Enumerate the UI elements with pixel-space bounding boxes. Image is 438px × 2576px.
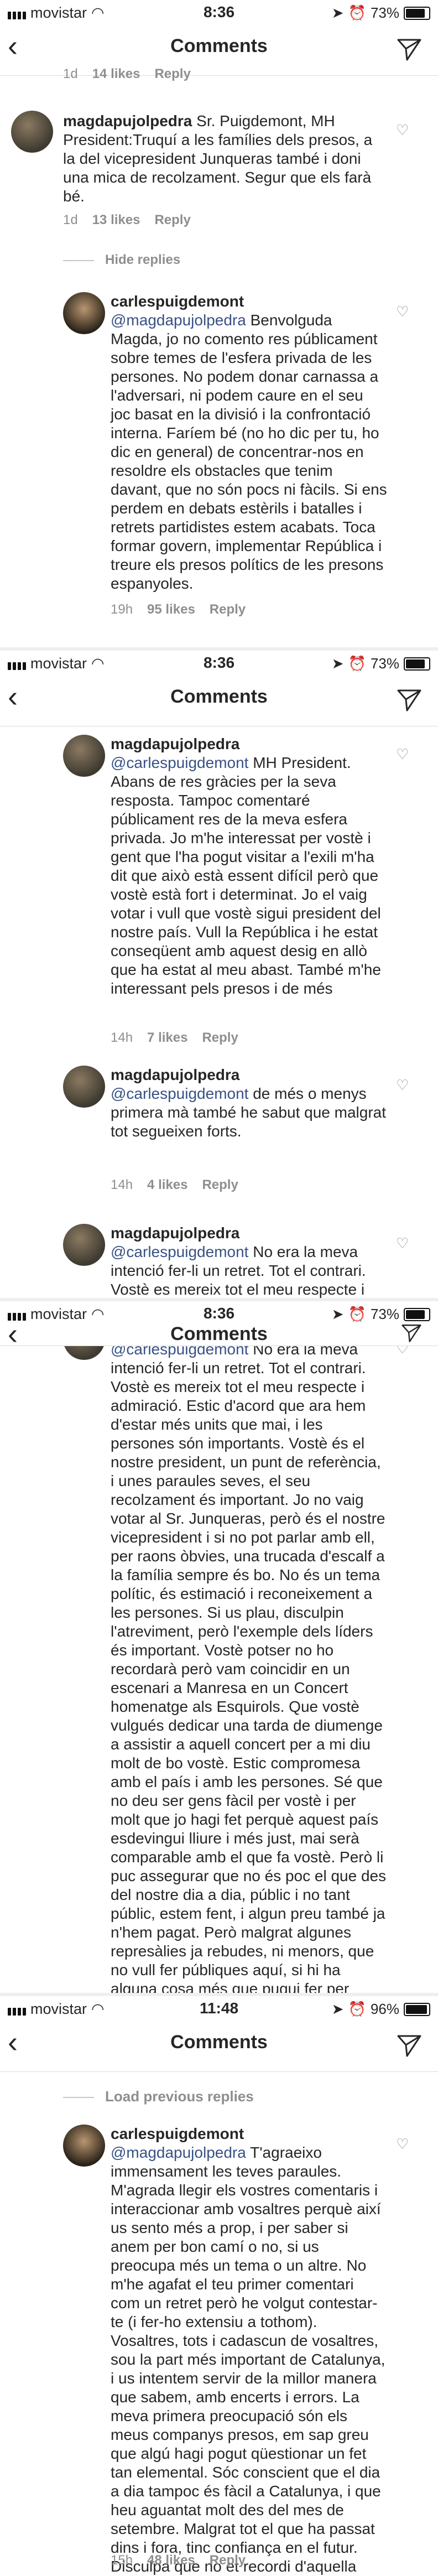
comment-meta: 1d 13 likes Reply bbox=[63, 212, 191, 227]
username[interactable]: magdapujolpedra bbox=[111, 735, 239, 752]
username[interactable]: magdapujolpedra bbox=[63, 112, 192, 129]
nav-bar: ‹ Comments bbox=[0, 2018, 438, 2072]
comment-meta: 19h 95 likes Reply bbox=[111, 602, 246, 617]
alarm-icon: ⏰ bbox=[348, 655, 366, 672]
screenshot-1: movistar ◠ 8:36 ➤ ⏰ 73% ‹ Comments 1d 14 lik… bbox=[0, 0, 438, 651]
nav-bar: ‹ Comments bbox=[0, 673, 438, 726]
reply-button[interactable]: Reply bbox=[154, 212, 190, 227]
likes-count[interactable]: 95 likes bbox=[147, 602, 195, 617]
username[interactable]: carlespuigdemont bbox=[111, 2125, 244, 2142]
username[interactable]: carlespuigdemont bbox=[111, 293, 244, 310]
reply-button[interactable]: Reply bbox=[210, 2553, 246, 2568]
status-bar: movistar ◠ 11:48 ➤ ⏰ 96% bbox=[0, 1996, 438, 2018]
location-icon: ➤ bbox=[331, 655, 344, 672]
page-title: Comments bbox=[170, 35, 268, 56]
battery-icon bbox=[404, 657, 430, 671]
load-previous-replies-button[interactable]: Load previous replies bbox=[63, 2088, 254, 2105]
location-icon: ➤ bbox=[331, 2001, 344, 2017]
comment-text: MH President. Abans de res gràcies per l… bbox=[111, 754, 381, 997]
hide-replies-button[interactable]: Hide replies bbox=[63, 252, 180, 268]
battery-icon bbox=[404, 2002, 430, 2016]
location-icon: ➤ bbox=[331, 4, 344, 21]
direct-send-icon[interactable] bbox=[396, 38, 423, 65]
likes-count[interactable]: 14 likes bbox=[92, 66, 140, 81]
screenshot-2: movistar ◠ 8:36 ➤ ⏰ 73% ‹ Comments magdapuj… bbox=[0, 651, 438, 1301]
comment-text: Benvolguda Magda, jo no comento res públ… bbox=[111, 311, 387, 592]
battery-percent: 96% bbox=[370, 2001, 399, 2017]
comment-text: No era la meva intenció fer-li un retret… bbox=[111, 1341, 387, 1996]
heart-icon[interactable]: ♡ bbox=[396, 2136, 409, 2153]
page-title: Comments bbox=[170, 1323, 268, 1344]
avatar[interactable] bbox=[63, 2125, 105, 2167]
heart-icon[interactable]: ♡ bbox=[396, 1077, 409, 1094]
mention-link[interactable]: @carlespuigdemont bbox=[111, 754, 248, 771]
likes-count[interactable]: 7 likes bbox=[147, 1030, 187, 1045]
avatar[interactable] bbox=[63, 1066, 105, 1108]
comment-meta: 14h 7 likes Reply bbox=[111, 1030, 238, 1045]
reply-button[interactable]: Reply bbox=[210, 602, 246, 617]
comment-meta: 14h 4 likes Reply bbox=[111, 1177, 238, 1192]
screenshot-3: magdapujolpedra @carlespuigdemont No era… bbox=[0, 1301, 438, 1996]
status-bar: movistar ◠ 8:36 ➤ ⏰ 73% bbox=[0, 0, 438, 22]
alarm-icon: ⏰ bbox=[348, 4, 366, 21]
battery-icon bbox=[404, 6, 430, 20]
reply-button[interactable]: Reply bbox=[202, 1177, 238, 1192]
page-title: Comments bbox=[170, 686, 268, 707]
avatar[interactable] bbox=[63, 735, 105, 777]
alarm-icon: ⏰ bbox=[348, 2001, 366, 2017]
screenshot-4: movistar ◠ 11:48 ➤ ⏰ 96% ‹ Comments Load pr… bbox=[0, 1996, 438, 2576]
comment-text: T'agraeixo immensament les teves paraule… bbox=[111, 2144, 385, 2575]
username[interactable]: magdapujolpedra bbox=[111, 1224, 239, 1242]
comment-meta: 15h 48 likes Reply bbox=[111, 2553, 246, 2568]
mention-link[interactable]: @carlespuigdemont bbox=[111, 1243, 248, 1260]
heart-icon[interactable]: ♡ bbox=[396, 303, 409, 320]
reply-button[interactable]: Reply bbox=[154, 66, 190, 81]
battery-percent: 73% bbox=[370, 4, 399, 21]
direct-send-icon[interactable] bbox=[400, 1323, 423, 1346]
avatar[interactable] bbox=[11, 111, 53, 153]
heart-icon[interactable]: ♡ bbox=[396, 122, 409, 139]
reply-button[interactable]: Reply bbox=[202, 1030, 238, 1045]
likes-count[interactable]: 48 likes bbox=[147, 2553, 195, 2568]
heart-icon[interactable]: ♡ bbox=[396, 1235, 409, 1252]
page-title: Comments bbox=[170, 2032, 268, 2053]
username[interactable]: magdapujolpedra bbox=[111, 1066, 239, 1083]
heart-icon[interactable]: ♡ bbox=[396, 746, 409, 763]
mention-link[interactable]: @magdapujolpedra bbox=[111, 2144, 246, 2161]
mention-link[interactable]: @magdapujolpedra bbox=[111, 311, 246, 329]
likes-count[interactable]: 4 likes bbox=[147, 1177, 187, 1192]
status-bar: movistar ◠ 8:36 ➤ ⏰ 73% bbox=[0, 651, 438, 673]
mention-link[interactable]: @carlespuigdemont bbox=[111, 1085, 248, 1102]
comment-meta-partial: 1d 14 likes Reply bbox=[63, 66, 191, 81]
likes-count[interactable]: 13 likes bbox=[92, 212, 140, 227]
direct-send-icon[interactable] bbox=[396, 688, 423, 715]
battery-percent: 73% bbox=[370, 655, 399, 672]
avatar[interactable] bbox=[63, 292, 105, 334]
direct-send-icon[interactable] bbox=[396, 2034, 423, 2061]
avatar[interactable] bbox=[63, 1224, 105, 1266]
